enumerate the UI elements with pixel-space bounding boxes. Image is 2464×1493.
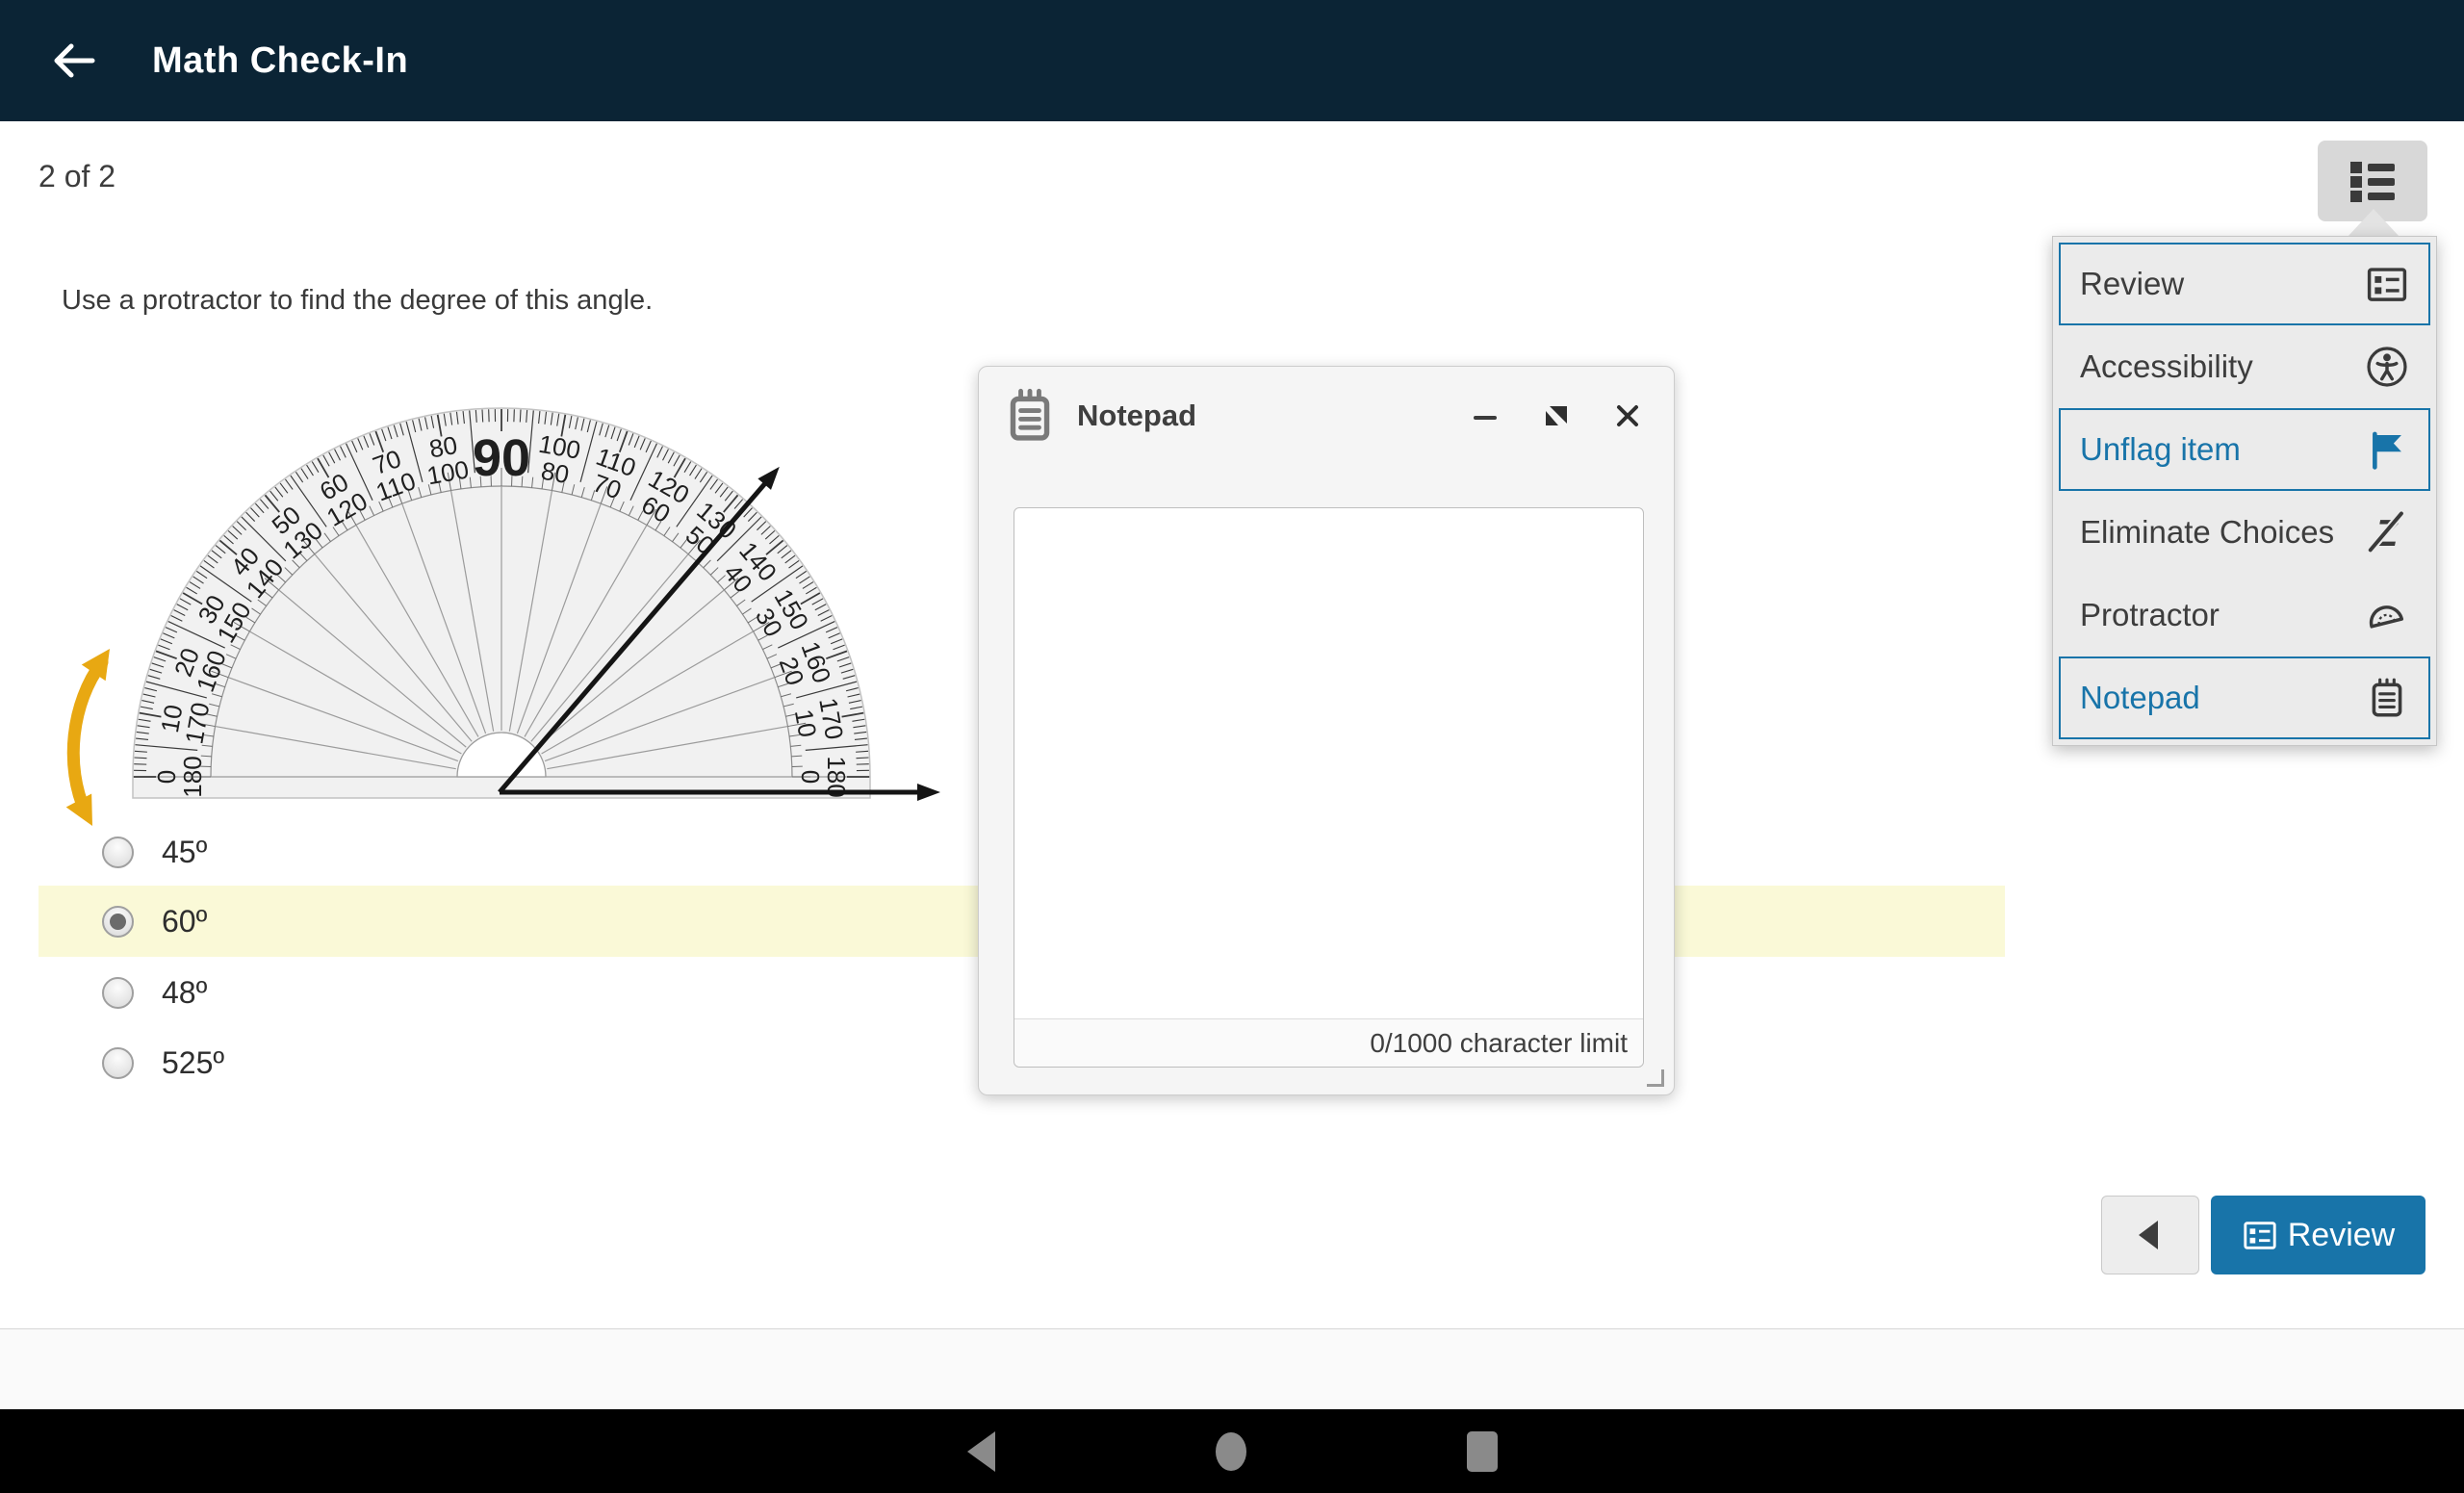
svg-text:180: 180 <box>178 756 207 797</box>
radio-button[interactable] <box>102 837 134 868</box>
back-triangle-icon <box>964 1429 997 1474</box>
rotate-handle[interactable] <box>73 662 102 812</box>
menu-item-eliminate-choices[interactable]: Eliminate Choices Z <box>2059 491 2430 574</box>
flag-icon <box>2365 427 2409 472</box>
option-label: 45º <box>162 835 207 870</box>
minimize-button[interactable] <box>1464 395 1506 437</box>
home-circle-icon <box>1213 1429 1249 1474</box>
review-icon <box>2365 262 2409 306</box>
resize-handle[interactable] <box>1647 1069 1664 1087</box>
notepad-titlebar[interactable]: Notepad <box>1004 386 1649 446</box>
menu-item-protractor[interactable]: Protractor <box>2059 574 2430 656</box>
page-footer <box>0 1329 2464 1409</box>
notepad-window: Notepad <box>978 366 1675 1095</box>
menu-caret <box>2348 209 2400 237</box>
option-label: 525º <box>162 1045 224 1081</box>
question-text: Use a protractor to find the degree of t… <box>62 285 653 317</box>
menu-item-label: Protractor <box>2080 597 2220 633</box>
menu-item-label: Eliminate Choices <box>2080 514 2334 551</box>
notepad-editor: 0/1000 character limit <box>1014 507 1644 1068</box>
svg-text:0: 0 <box>152 770 181 784</box>
list-menu-icon <box>2348 159 2397 203</box>
menu-item-notepad[interactable]: Notepad <box>2059 656 2430 739</box>
menu-item-label: Accessibility <box>2080 348 2253 385</box>
close-icon <box>1613 401 1642 430</box>
app-header: Math Check-In <box>0 0 2464 121</box>
accessibility-icon <box>2365 345 2409 389</box>
svg-text:90: 90 <box>473 429 530 487</box>
svg-text:10: 10 <box>789 707 823 739</box>
android-home-button[interactable] <box>1213 1429 1249 1474</box>
menu-item-accessibility[interactable]: Accessibility <box>2059 325 2430 408</box>
notepad-icon <box>2365 676 2409 720</box>
notepad-textarea[interactable] <box>1022 516 1635 1017</box>
close-button[interactable] <box>1606 395 1649 437</box>
back-button[interactable] <box>44 36 102 86</box>
menu-item-unflag[interactable]: Unflag item <box>2059 408 2430 491</box>
radio-button[interactable] <box>102 906 134 938</box>
minimize-icon <box>1471 401 1500 430</box>
tools-menu: Review Accessibility Unflag item <box>2052 236 2437 746</box>
radio-button[interactable] <box>102 1047 134 1079</box>
review-icon <box>2242 1217 2278 1253</box>
maximize-button[interactable] <box>1535 395 1578 437</box>
android-navbar <box>0 1409 2464 1493</box>
app-root: Math Check-In 2 of 2 Use a protractor to… <box>0 0 2464 1493</box>
previous-triangle-icon <box>2129 1214 2171 1256</box>
recents-square-icon <box>1465 1429 1500 1474</box>
protractor-figure[interactable]: 0102030405060708010011012013014015016017… <box>38 385 962 842</box>
review-button-label: Review <box>2288 1217 2395 1254</box>
eliminate-choices-icon: Z <box>2365 510 2409 554</box>
previous-item-button[interactable] <box>2101 1196 2199 1274</box>
notepad-icon <box>1004 387 1056 445</box>
radio-button[interactable] <box>102 977 134 1009</box>
android-back-button[interactable] <box>964 1429 997 1474</box>
arrow-left-icon <box>50 41 96 80</box>
protractor-icon <box>2365 593 2409 637</box>
progress-indicator: 2 of 2 <box>38 159 116 194</box>
menu-item-label: Notepad <box>2080 680 2200 716</box>
option-label: 60º <box>162 904 207 940</box>
notepad-title: Notepad <box>1077 399 1196 433</box>
menu-item-label: Unflag item <box>2080 431 2241 468</box>
android-recents-button[interactable] <box>1465 1429 1500 1474</box>
character-counter: 0/1000 character limit <box>1014 1018 1643 1067</box>
svg-text:0: 0 <box>796 770 825 784</box>
menu-item-review[interactable]: Review <box>2059 243 2430 325</box>
menu-item-label: Review <box>2080 266 2184 302</box>
page-title: Math Check-In <box>152 40 408 82</box>
option-label: 48º <box>162 975 207 1011</box>
svg-text:80: 80 <box>539 456 572 490</box>
maximize-icon <box>1542 401 1571 430</box>
review-button[interactable]: Review <box>2211 1196 2426 1274</box>
